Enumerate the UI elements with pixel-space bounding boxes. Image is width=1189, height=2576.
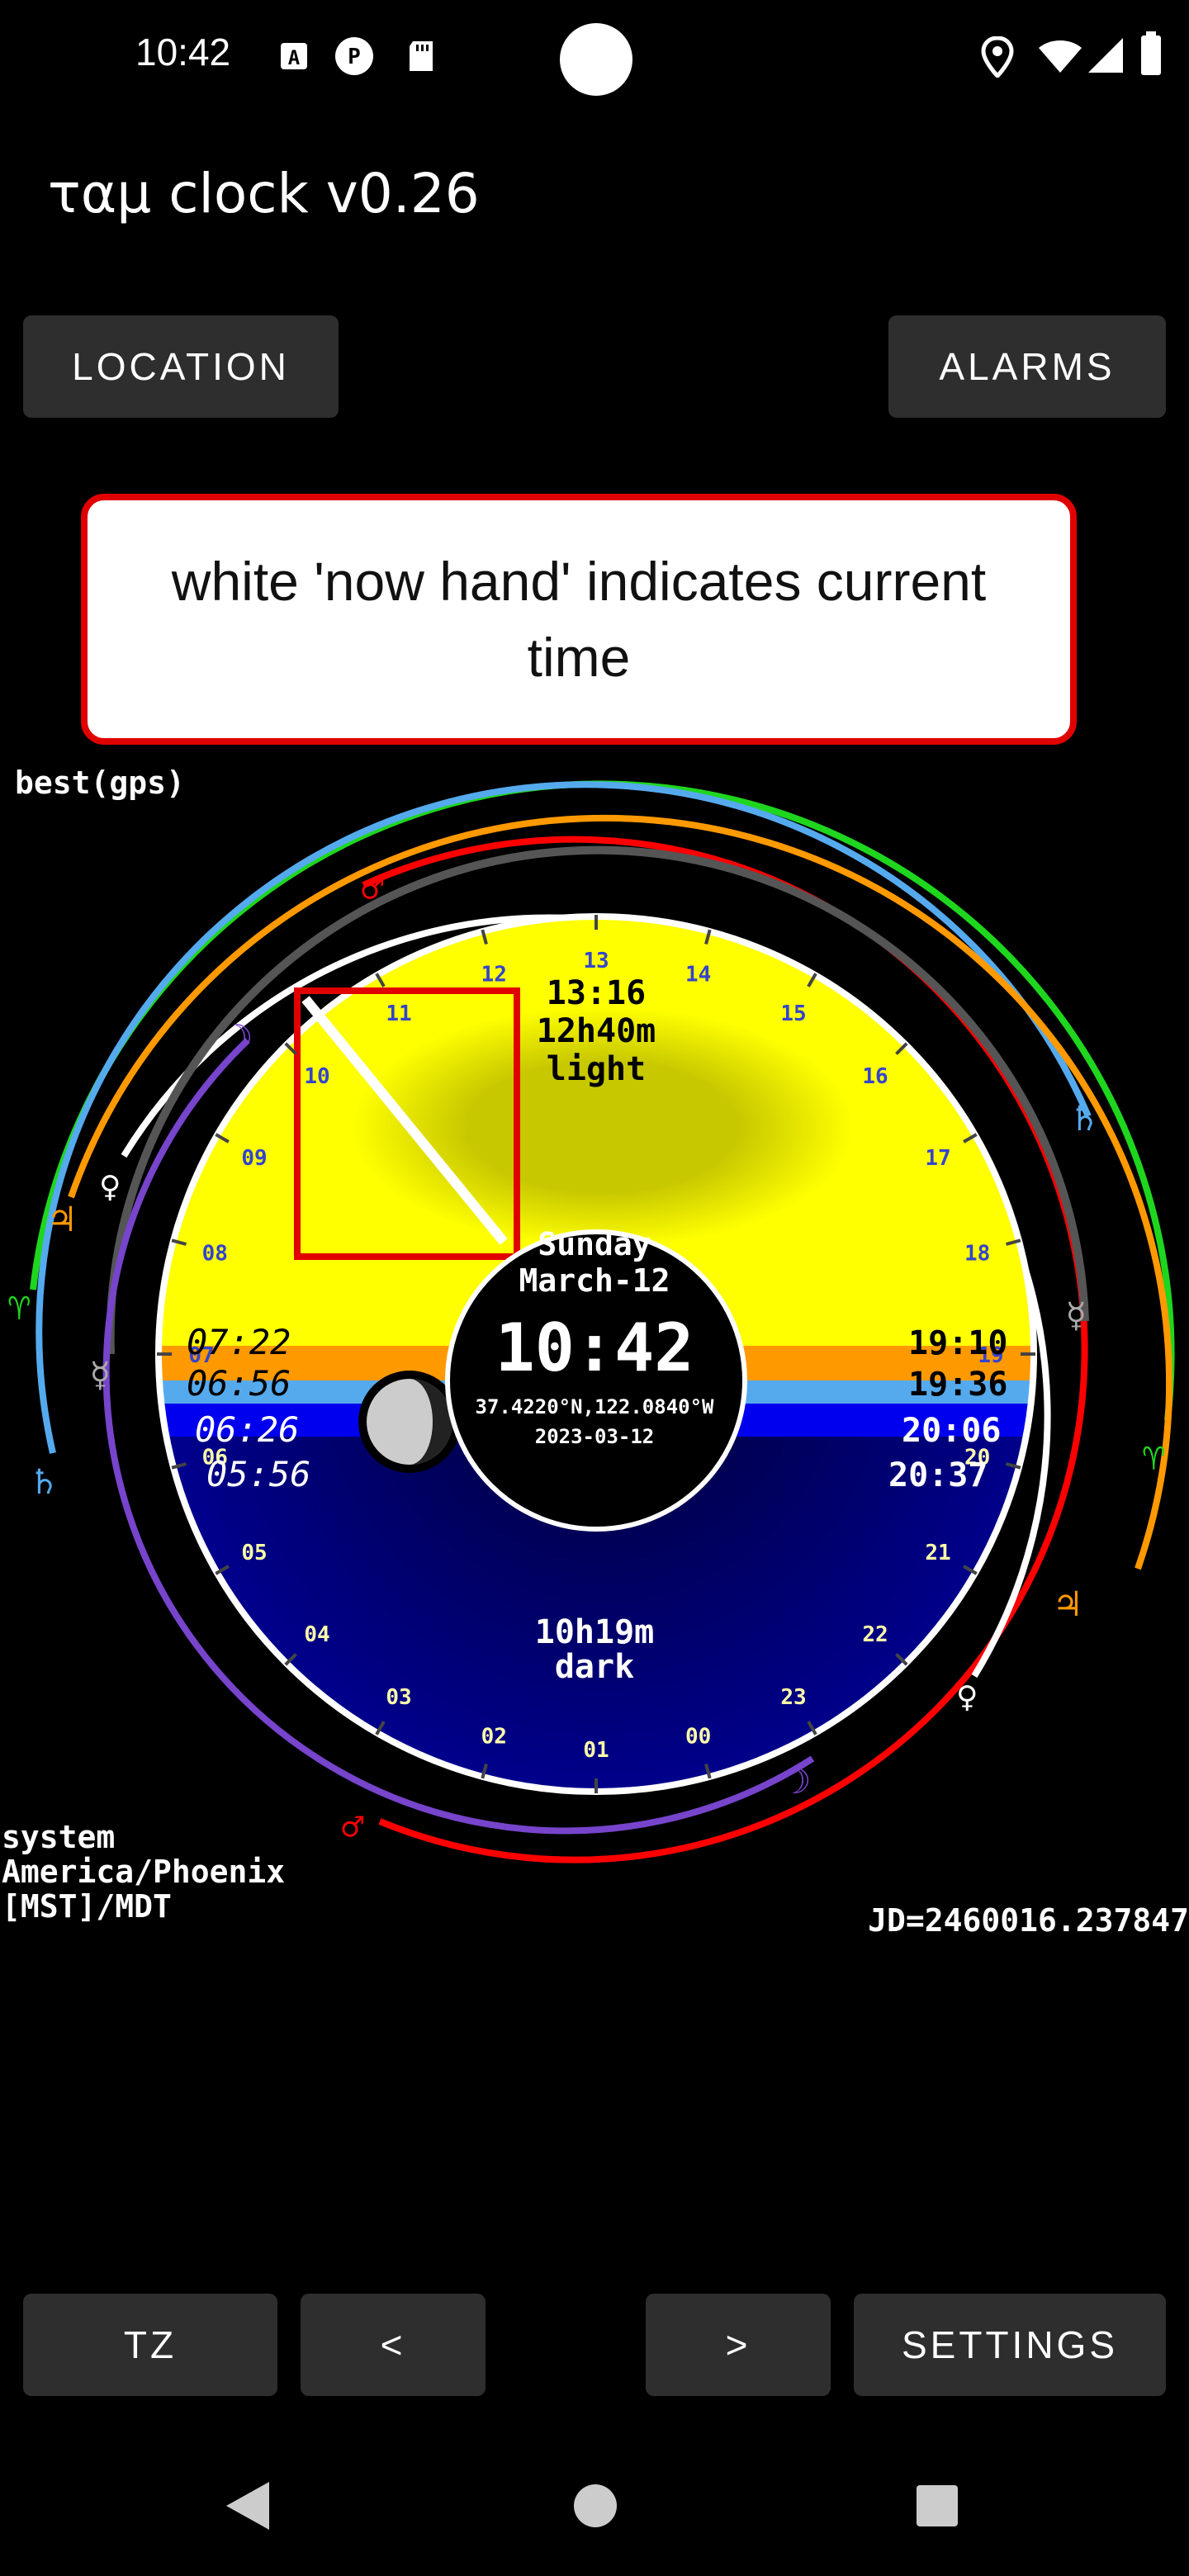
signal-icon [1088,38,1123,73]
julian-date: JD=2460016.237847 [868,1902,1189,1939]
svg-text:P: P [348,45,361,69]
home-icon[interactable] [566,2477,624,2535]
next-button[interactable]: > [646,2294,831,2396]
hour-label-22: 22 [862,1622,888,1647]
astronomical-dusk-time: 20:37 [888,1456,988,1494]
nautical-dawn-time: 06:26 [195,1409,299,1450]
p-notification-icon: P [335,37,373,75]
venus-icon: ♀ [99,1166,121,1208]
nautical-dusk-time: 20:06 [902,1412,1001,1450]
light-duration: 12h40m [537,1012,656,1050]
hour-label-11: 11 [386,1002,411,1026]
front-camera [560,23,632,96]
recents-icon[interactable] [908,2477,966,2535]
hour-label-05: 05 [241,1541,267,1565]
aries-icon: ♈ [8,1286,31,1328]
previous-button[interactable]: < [301,2294,486,2396]
mars-icon: ♂ [362,869,384,911]
astronomical-dawn-time: 05:56 [206,1454,310,1494]
saturn-icon-right: ♄ [1073,1098,1096,1140]
dark-label: dark [555,1648,634,1686]
hour-label-08: 08 [202,1241,228,1266]
venus-icon-right: ♀ [956,1676,978,1718]
hour-label-01: 01 [583,1738,609,1763]
hour-label-12: 12 [481,962,507,987]
hour-label-00: 00 [685,1725,711,1750]
timezone-source: system [2,1819,116,1855]
app-title: ταμ clock v0.26 [48,162,480,225]
tooltip-text: white 'now hand' indicates current time [171,551,987,688]
hour-label-18: 18 [964,1241,990,1266]
sunrise-time: 07:22 [187,1322,291,1362]
hour-label-13: 13 [583,949,609,973]
sunset-time: 19:10 [908,1324,1007,1362]
hour-label-10: 10 [304,1064,329,1089]
saturn-icon: ♄ [33,1461,55,1503]
status-time: 10:42 [135,31,231,73]
wifi-icon [1039,40,1082,73]
hour-label-21: 21 [925,1541,950,1565]
back-icon[interactable] [220,2477,277,2535]
hour-label-02: 02 [481,1725,507,1750]
current-date: 2023-03-12 [535,1425,655,1448]
noon-time: 13:16 [547,974,646,1012]
coordinates: 37.4220°N,122.0840°W [476,1395,715,1418]
hour-label-09: 09 [241,1146,267,1171]
tooltip-callout: white 'now hand' indicates current time [81,494,1077,745]
mercury-icon: ☿ [89,1354,111,1396]
a-notification-icon: A [281,43,307,69]
sd-card-icon [410,41,433,71]
timezone-abbr: [MST]/MDT [2,1888,172,1925]
timezone-name: America/Phoenix [2,1854,286,1890]
date-label: March-12 [519,1262,670,1299]
tz-button[interactable]: TZ [23,2294,277,2396]
moon-icon: ☽ [231,1017,253,1059]
hour-label-14: 14 [685,962,711,987]
aries-icon-right: ♈ [1143,1437,1165,1479]
location-button[interactable]: LOCATION [23,315,339,418]
timezone-info: system America/Phoenix [MST]/MDT [2,1820,285,1924]
civil-dusk-time: 19:36 [908,1366,1007,1404]
jupiter-icon: ♃ [51,1199,73,1241]
current-time: 10:42 [495,1309,694,1386]
hour-label-15: 15 [780,1002,806,1026]
battery-icon [1141,31,1161,75]
mars-icon-bottom: ♂ [342,1807,364,1849]
jupiter-icon-right: ♃ [1057,1584,1079,1626]
dark-duration: 10h19m [535,1613,655,1651]
alarms-button[interactable]: ALARMS [888,315,1166,418]
hour-label-23: 23 [780,1685,806,1710]
hour-label-17: 17 [925,1146,950,1171]
hour-label-04: 04 [304,1622,329,1647]
mercury-icon-right: ☿ [1065,1295,1087,1337]
hour-label-03: 03 [386,1685,411,1710]
light-label: light [547,1050,646,1088]
civil-dawn-time: 06:56 [187,1363,291,1404]
settings-button[interactable]: SETTINGS [854,2294,1166,2396]
hour-label-16: 16 [862,1064,888,1089]
moon-icon-bottom: ☽ [789,1760,812,1802]
day-name: Sunday [538,1226,651,1262]
svg-text:A: A [288,46,301,69]
location-icon [981,36,1014,78]
clock-dial[interactable]: ♂ ☽ ♀ ♃ ♈ ☿ ♄ ♄ ☿ ♈ ♃ ♀ ☽ ♂ 00 01 02 03 04 05… [0,743,1189,1899]
